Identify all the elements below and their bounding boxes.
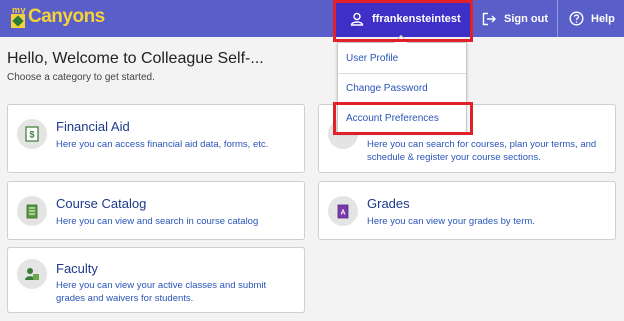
page-subtitle: Choose a category to get started. bbox=[7, 72, 155, 83]
card-description-line: grades and waivers for students. bbox=[56, 293, 194, 304]
help-label: Help bbox=[591, 12, 615, 25]
card-title: Financial Aid bbox=[56, 119, 130, 134]
grades-icon: A bbox=[328, 196, 358, 226]
card-description: Here you can view your grades by term. bbox=[367, 216, 535, 227]
card-description: Here you can search for courses, plan yo… bbox=[367, 138, 596, 164]
sign-out-label: Sign out bbox=[504, 12, 548, 25]
financial-aid-icon: $ bbox=[17, 119, 47, 149]
card-description-line: schedule & register your course sections… bbox=[367, 152, 541, 163]
course-catalog-icon bbox=[17, 196, 47, 226]
financial-aid-card[interactable]: $ Financial Aid Here you can access fina… bbox=[7, 104, 305, 173]
user-icon bbox=[350, 12, 364, 26]
svg-text:$: $ bbox=[29, 130, 34, 140]
course-catalog-card[interactable]: Course Catalog Here you can view and sea… bbox=[7, 181, 305, 240]
card-title: Course Catalog bbox=[56, 196, 147, 211]
card-description-line: Here you can view your active classes an… bbox=[56, 280, 267, 291]
user-menu-button[interactable]: ffrankensteintest bbox=[336, 0, 470, 37]
username-label: ffrankensteintest bbox=[372, 12, 461, 25]
card-title: Grades bbox=[367, 196, 410, 211]
header-divider bbox=[557, 0, 558, 37]
faculty-card[interactable]: Faculty Here you can view your active cl… bbox=[7, 247, 305, 313]
account-preferences-menu-item[interactable]: Account Preferences bbox=[338, 104, 466, 133]
card-description: Here you can view your active classes an… bbox=[56, 279, 266, 305]
grades-card[interactable]: A Grades Here you can view your grades b… bbox=[318, 181, 616, 240]
change-password-menu-item[interactable]: Change Password bbox=[338, 74, 466, 103]
sign-out-button[interactable]: Sign out bbox=[482, 0, 548, 37]
svg-text:A: A bbox=[340, 209, 345, 216]
card-description: Here you can view and search in course c… bbox=[56, 216, 259, 227]
page-title: Hello, Welcome to Colleague Self-... bbox=[7, 50, 264, 67]
header-divider bbox=[470, 0, 471, 37]
faculty-icon bbox=[17, 259, 47, 289]
user-dropdown-menu: User Profile Change Password Account Pre… bbox=[337, 34, 467, 133]
help-icon bbox=[569, 11, 584, 26]
card-description: Here you can access financial aid data, … bbox=[56, 139, 269, 150]
card-description-line: Here you can search for courses, plan yo… bbox=[367, 139, 597, 150]
card-title: Faculty bbox=[56, 261, 98, 276]
help-button[interactable]: Help bbox=[569, 0, 615, 37]
sign-out-icon bbox=[482, 12, 496, 25]
top-navigation-bar: my Canyons ffrankensteintest Sign out He… bbox=[0, 0, 624, 37]
logo-text: Canyons bbox=[28, 6, 105, 27]
logo-mark-icon bbox=[11, 14, 25, 28]
user-profile-menu-item[interactable]: User Profile bbox=[338, 44, 466, 73]
